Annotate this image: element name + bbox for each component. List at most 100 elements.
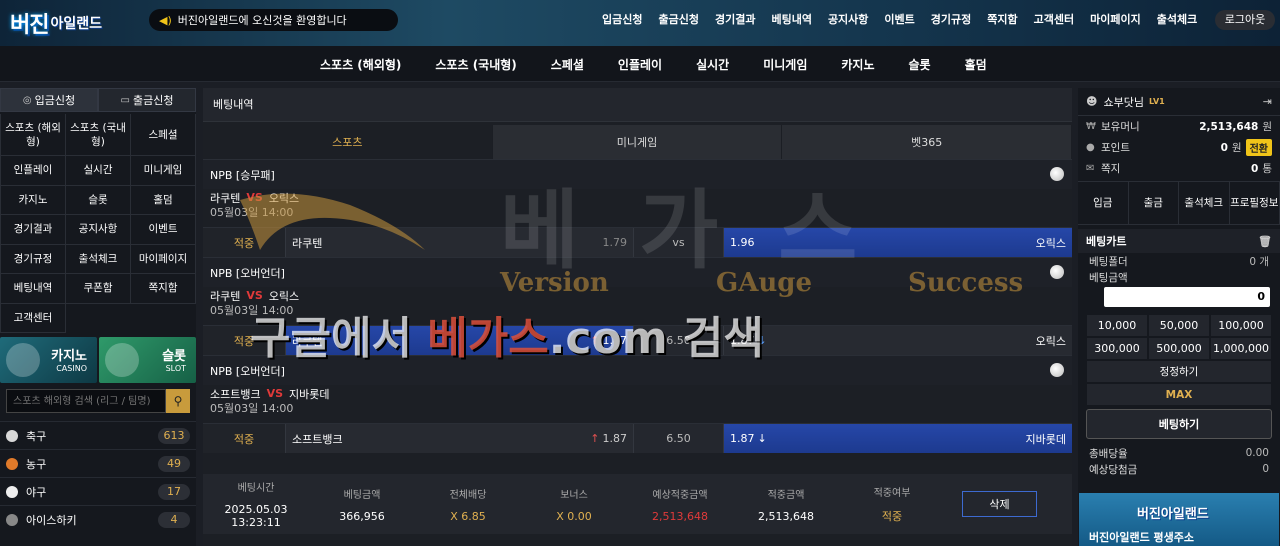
- hockey-puck-icon: [6, 513, 18, 526]
- history-tabs: 스포츠 미니게임 벳365: [203, 125, 1073, 159]
- away-name: 오릭스: [1035, 334, 1066, 348]
- league-name: NPB [승무패]: [203, 160, 1072, 189]
- menu-holdem[interactable]: 홀덤: [131, 185, 196, 215]
- notice-bar: ◀) 버진아일랜드에 오신것을 환영합니다: [149, 9, 398, 31]
- menu-notice[interactable]: 공지사항: [66, 215, 131, 245]
- menu-special[interactable]: 스페셜: [131, 114, 196, 156]
- home-odds-cell[interactable]: 라쿠텐 ↑ 1.87: [285, 326, 633, 355]
- place-bet-button[interactable]: 베팅하기: [1086, 409, 1272, 439]
- chip-1000000[interactable]: 1,000,000: [1210, 337, 1272, 360]
- home-odds-cell[interactable]: 소프트뱅크 ↑ 1.87: [285, 424, 633, 453]
- menu-bet-history[interactable]: 베팅내역: [1, 274, 66, 304]
- chip-100000[interactable]: 100,000: [1210, 314, 1272, 337]
- sport-count: 17: [158, 483, 190, 500]
- ad-subtitle: 버진아일랜드 평생주소: [1089, 531, 1195, 544]
- chip-10000[interactable]: 10,000: [1086, 314, 1148, 337]
- topnav-rules[interactable]: 경기규정: [923, 10, 979, 30]
- site-logo[interactable]: 버진 아일랜드: [10, 5, 125, 41]
- menu-support[interactable]: 고객센터: [1, 303, 66, 333]
- quick-deposit[interactable]: 입금: [1078, 182, 1129, 224]
- chip-50000[interactable]: 50,000: [1148, 314, 1210, 337]
- away-odds-cell[interactable]: 1.87 ↓ 지바롯데: [723, 424, 1072, 453]
- search-icon[interactable]: ⚲: [166, 389, 190, 413]
- menu-rules[interactable]: 경기규정: [1, 244, 66, 274]
- mainnav-inplay[interactable]: 인플레이: [618, 56, 662, 73]
- bet-amount-input[interactable]: 0: [1104, 287, 1270, 307]
- summary-key: 적중여부: [873, 488, 911, 499]
- menu-attendance[interactable]: 출석체크: [66, 244, 131, 274]
- menu-minigame[interactable]: 미니게임: [131, 156, 196, 186]
- sport-item-basketball[interactable]: 농구 49: [0, 449, 196, 477]
- username: 쇼부닷님: [1103, 95, 1144, 109]
- topnav-attendance[interactable]: 출석체크: [1149, 10, 1205, 30]
- mainnav-slot[interactable]: 슬롯: [909, 56, 931, 73]
- tab-sports[interactable]: 스포츠: [203, 125, 493, 159]
- sport-item-baseball[interactable]: 야구 17: [0, 477, 196, 505]
- logout-icon[interactable]: ⇥: [1263, 95, 1272, 108]
- casino-banner[interactable]: 카지노 CASINO: [0, 337, 97, 383]
- slot-banner[interactable]: 슬롯 SLOT: [99, 337, 196, 383]
- mainnav-sports-domestic[interactable]: 스포츠 (국내형): [435, 56, 516, 73]
- away-odds-cell[interactable]: 1.87 ↓ 오릭스: [723, 326, 1072, 355]
- menu-casino[interactable]: 카지노: [1, 185, 66, 215]
- tab-bet365[interactable]: 벳365: [782, 125, 1073, 159]
- topnav-messages[interactable]: 쪽지함: [979, 10, 1025, 30]
- summary-col: 적중금액 2,513,648: [733, 486, 839, 523]
- topnav-bet-history[interactable]: 베팅내역: [763, 10, 819, 30]
- tab-minigame[interactable]: 미니게임: [492, 125, 783, 159]
- soccer-ball-icon: [6, 429, 18, 442]
- mainnav-sports-intl[interactable]: 스포츠 (해외형): [320, 56, 401, 73]
- menu-coupons[interactable]: 쿠폰함: [66, 274, 131, 304]
- casino-banner-title: 카지노: [51, 349, 87, 364]
- menu-event[interactable]: 이벤트: [131, 215, 196, 245]
- baseball-icon: [1050, 363, 1064, 377]
- summary-col: 베팅금액 366,956: [309, 486, 415, 523]
- menu-messages[interactable]: 쪽지함: [131, 274, 196, 304]
- menu-inplay[interactable]: 인플레이: [1, 156, 66, 186]
- menu-live[interactable]: 실시간: [66, 156, 131, 186]
- summary-value: X 0.00: [556, 509, 592, 523]
- mainnav-minigame[interactable]: 미니게임: [763, 56, 807, 73]
- quick-withdraw[interactable]: 출금: [1129, 182, 1179, 224]
- quick-attendance[interactable]: 출석체크: [1179, 182, 1230, 224]
- away-name: 오릭스: [1035, 236, 1066, 250]
- topnav-mypage[interactable]: 마이페이지: [1082, 10, 1149, 30]
- league-search-input[interactable]: [6, 389, 166, 413]
- menu-mypage[interactable]: 마이페이지: [131, 244, 196, 274]
- max-button[interactable]: MAX: [1086, 383, 1272, 406]
- delete-button[interactable]: 삭제: [962, 491, 1037, 517]
- convert-button[interactable]: 전환: [1245, 139, 1272, 156]
- home-odds-cell[interactable]: 라쿠텐 1.79: [285, 228, 633, 257]
- mainnav-holdem[interactable]: 홀덤: [965, 56, 987, 73]
- mainnav-special[interactable]: 스페셜: [551, 56, 584, 73]
- withdraw-tab[interactable]: ▭ 출금신청: [98, 88, 196, 112]
- logout-button[interactable]: 로그아웃: [1215, 10, 1275, 30]
- logo-text-b: 아일랜드: [50, 16, 103, 32]
- baseball-icon: [6, 485, 18, 498]
- sport-item-soccer[interactable]: 축구 613: [0, 421, 196, 449]
- trash-icon[interactable]: 🗑: [1258, 235, 1272, 248]
- reset-button[interactable]: 정정하기: [1086, 360, 1272, 383]
- menu-slot[interactable]: 슬롯: [66, 185, 131, 215]
- topnav-withdraw[interactable]: 출금신청: [650, 10, 706, 30]
- menu-results[interactable]: 경기결과: [1, 215, 66, 245]
- topnav-event[interactable]: 이벤트: [876, 10, 922, 30]
- menu-sports-intl[interactable]: 스포츠 (해외형): [1, 114, 66, 156]
- topnav-deposit[interactable]: 입금신청: [594, 10, 650, 30]
- topnav-notice[interactable]: 공지사항: [820, 10, 876, 30]
- quick-profile[interactable]: 프로필정보: [1230, 182, 1280, 224]
- address-banner[interactable]: 버진아일랜드 버진아일랜드 평생주소: [1079, 493, 1279, 546]
- summary-key: 베팅시간: [237, 483, 275, 494]
- menu-sports-domestic[interactable]: 스포츠 (국내형): [66, 114, 131, 156]
- amount-row: 베팅금액: [1078, 269, 1280, 285]
- mainnav-live[interactable]: 실시간: [696, 56, 729, 73]
- chip-300000[interactable]: 300,000: [1086, 337, 1148, 360]
- sport-item-icehockey[interactable]: 아이스하키 4: [0, 505, 196, 533]
- game-banners: 카지노 CASINO 슬롯 SLOT: [0, 337, 196, 383]
- deposit-tab[interactable]: ◎ 입금신청: [0, 88, 98, 112]
- topnav-support[interactable]: 고객센터: [1026, 10, 1082, 30]
- chip-500000[interactable]: 500,000: [1148, 337, 1210, 360]
- away-odds-cell[interactable]: 1.96 오릭스: [723, 228, 1072, 257]
- topnav-results[interactable]: 경기결과: [707, 10, 763, 30]
- mainnav-casino[interactable]: 카지노: [841, 56, 874, 73]
